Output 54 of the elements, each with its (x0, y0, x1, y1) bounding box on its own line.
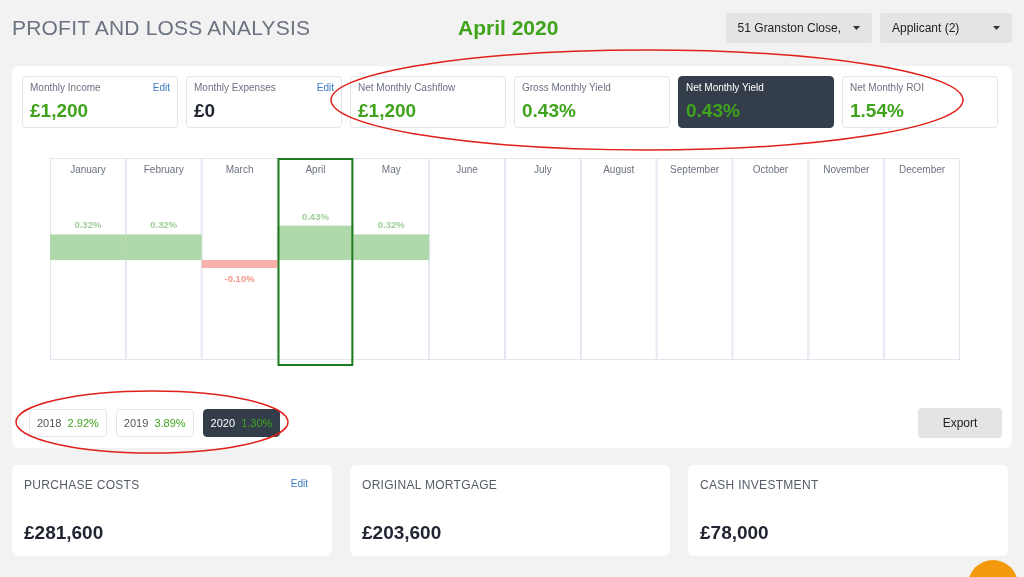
caret-icon (993, 26, 1000, 30)
stat-label: Net Monthly ROI (850, 82, 924, 93)
export-button[interactable]: Export (918, 408, 1002, 438)
month-label: November (823, 164, 870, 175)
month-label: April (305, 164, 326, 175)
month-label: June (456, 164, 478, 175)
stat-value: 0.43% (686, 100, 741, 122)
month-label: July (534, 164, 552, 175)
month-label: August (603, 164, 635, 175)
summary-title: ORIGINAL MORTGAGE (362, 478, 498, 492)
value-label: -0.10% (224, 273, 255, 284)
stat-value: £1,200 (358, 100, 418, 122)
stat-value: £0 (194, 100, 217, 122)
stat-value: £1,200 (30, 100, 90, 122)
year-tab[interactable]: 2019 3.89% (115, 409, 194, 437)
stat-label: Monthly Expenses (194, 82, 276, 93)
summary-value: £203,600 (362, 522, 443, 544)
summary-title: PURCHASE COSTS (24, 478, 140, 492)
stat-label: Net Monthly Cashflow (358, 82, 456, 93)
stat-value: 1.54% (850, 100, 905, 122)
page-title: PROFIT AND LOSS ANALYSIS (12, 16, 312, 40)
edit-link[interactable]: Edit (290, 478, 308, 492)
edit-link[interactable]: Edit (152, 82, 170, 93)
month-label: October (752, 164, 789, 175)
year-tab[interactable]: 2020 1.30% (202, 409, 281, 437)
stat-card[interactable]: Net Monthly ROI 1.54% (842, 76, 998, 128)
stat-card[interactable]: Net Monthly Yield 0.43% (678, 76, 834, 128)
month-label: February (143, 164, 184, 175)
year-tab[interactable]: 2018 2.92% (29, 409, 107, 437)
edit-link[interactable]: Edit (316, 82, 334, 93)
value-label: 0.32% (377, 219, 405, 231)
stat-card[interactable]: Net Monthly Cashflow £1,200 (350, 76, 506, 128)
stat-card[interactable]: Monthly Income Edit £1,200 (22, 76, 178, 128)
stat-value: 0.43% (522, 100, 577, 122)
month-label: May (381, 164, 401, 175)
month-label: September (670, 164, 720, 175)
value-label: 0.32% (150, 219, 178, 231)
stat-label: Monthly Income (30, 82, 101, 93)
month-label: March (225, 164, 254, 175)
stat-label: Net Monthly Yield (686, 82, 764, 93)
value-label: 0.43% (301, 210, 329, 222)
period-title: April 2020 (458, 16, 560, 40)
summary-title: CASH INVESTMENT (700, 478, 819, 492)
month-label: January (70, 164, 106, 175)
summary-value: £78,000 (700, 522, 770, 544)
stat-card[interactable]: Monthly Expenses Edit £0 (186, 76, 342, 128)
dropdown[interactable]: Applicant (2) (880, 13, 1012, 43)
summary-value: £281,600 (24, 522, 105, 544)
stat-label: Gross Monthly Yield (522, 82, 611, 93)
month-label: December (899, 164, 946, 175)
stat-card[interactable]: Gross Monthly Yield 0.43% (514, 76, 670, 128)
value-label: 0.32% (74, 219, 102, 231)
caret-icon (853, 26, 860, 30)
dropdown[interactable]: 51 Granston Close, (725, 13, 872, 43)
